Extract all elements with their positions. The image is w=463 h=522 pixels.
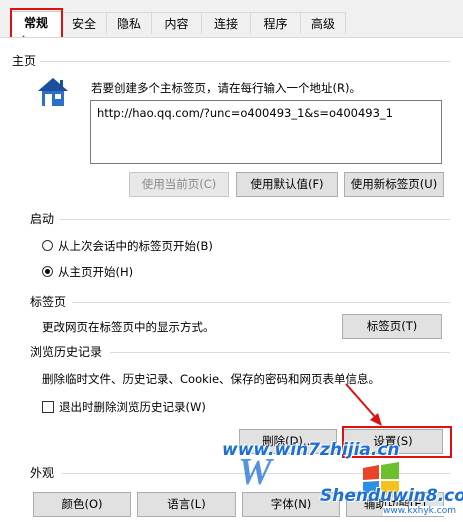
tab-content[interactable]: 内容 — [151, 12, 202, 34]
homepage-title: 主页 — [12, 54, 37, 68]
languages-button[interactable]: 语言(L) — [137, 492, 236, 517]
watermark-bottom-url: www.kxhyk.com — [383, 506, 456, 516]
radio-homepage-label: 从主页开始(H) — [58, 265, 134, 279]
house-icon — [38, 78, 68, 106]
delete-on-exit-checkbox[interactable] — [42, 401, 54, 413]
history-title: 浏览历史记录 — [30, 345, 103, 359]
use-current-button[interactable]: 使用当前页(C) — [129, 172, 229, 197]
tab-security-label: 安全 — [71, 17, 96, 31]
watermark-logo-icon: W — [238, 451, 275, 492]
tab-strip: 常规 安全 隐私 内容 连接 程序 高级 — [0, 0, 463, 39]
radio-last-session[interactable] — [42, 240, 53, 251]
history-description: 删除临时文件、历史记录、Cookie、保存的密码和网页表单信息。 — [42, 372, 381, 386]
tab-privacy-label: 隐私 — [116, 17, 141, 31]
highlight-arrow-down-icon — [345, 383, 382, 426]
tab-privacy[interactable]: 隐私 — [106, 12, 152, 34]
tabs-settings-button[interactable]: 标签页(T) — [342, 314, 442, 339]
tab-content-label: 内容 — [164, 17, 189, 31]
homepage-description: 若要创建多个主标签页，请在每行输入一个地址(R)。 — [91, 81, 361, 95]
tabs-section-title: 标签页 — [30, 295, 67, 309]
svg-text:W: W — [238, 451, 275, 492]
tab-programs[interactable]: 程序 — [250, 12, 301, 34]
tabs-section-description: 更改网页在标签页中的显示方式。 — [42, 320, 215, 334]
tab-advanced[interactable]: 高级 — [300, 12, 346, 34]
history-divider — [110, 352, 450, 353]
tab-connections[interactable]: 连接 — [201, 12, 251, 34]
tabs-section-divider — [72, 302, 450, 303]
colors-button[interactable]: 颜色(O) — [33, 492, 131, 517]
startup-title: 启动 — [30, 212, 55, 226]
startup-divider — [60, 219, 450, 220]
homepage-url-value: http://hao.qq.com/?unc=o400493_1&s=o4004… — [97, 106, 393, 120]
delete-on-exit-label: 退出时删除浏览历史记录(W) — [59, 400, 206, 414]
radio-homepage[interactable] — [42, 266, 53, 277]
tab-security[interactable]: 安全 — [61, 12, 107, 34]
tab-programs-label: 程序 — [263, 17, 288, 31]
use-new-tab-button[interactable]: 使用新标签页(U) — [344, 172, 444, 197]
homepage-divider — [40, 61, 450, 62]
use-default-button[interactable]: 使用默认值(F) — [236, 172, 338, 197]
tab-advanced-label: 高级 — [310, 17, 335, 31]
appearance-title: 外观 — [30, 466, 55, 480]
homepage-url-textarea[interactable]: http://hao.qq.com/?unc=o400493_1&s=o4004… — [90, 100, 442, 164]
radio-last-session-label: 从上次会话中的标签页开始(B) — [58, 239, 213, 253]
watermark-bottom-brand: Shenduwin8.com — [320, 486, 463, 506]
tab-connections-label: 连接 — [213, 17, 238, 31]
